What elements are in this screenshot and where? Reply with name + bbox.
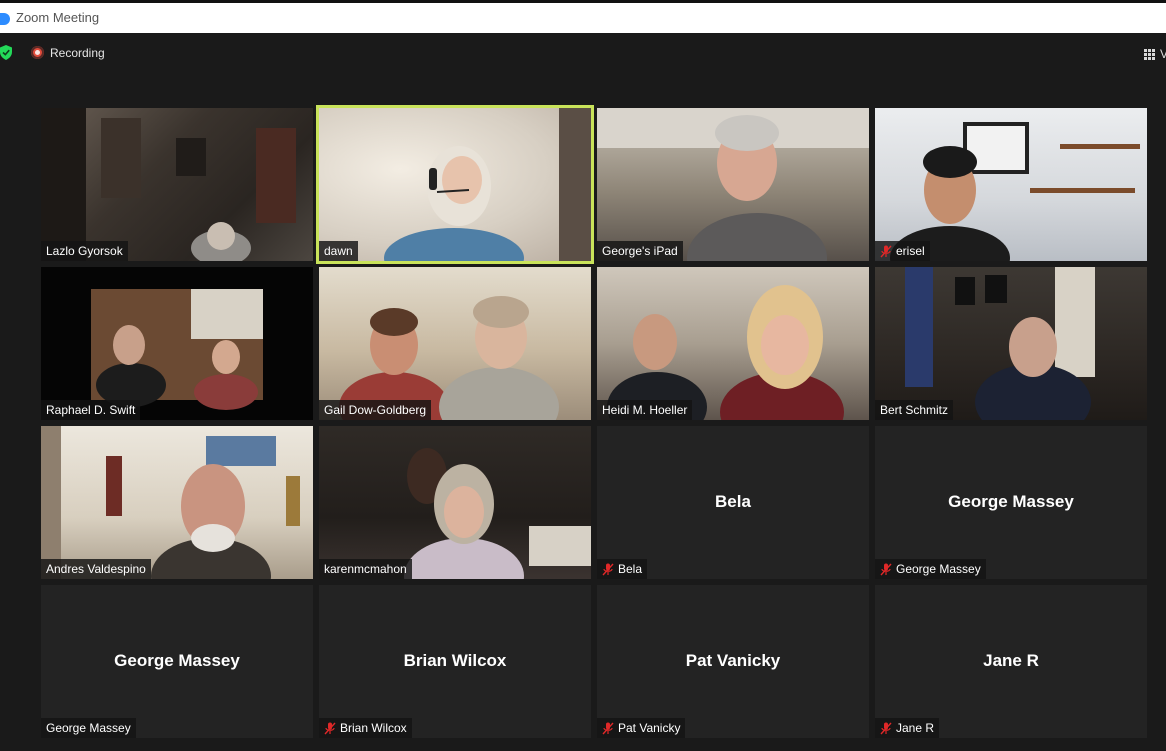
- participant-video: [319, 108, 591, 261]
- participant-name: Pat Vanicky: [618, 721, 681, 735]
- participant-name: erisel: [896, 244, 925, 258]
- participant-display-name: Brian Wilcox: [403, 651, 507, 670]
- view-button[interactable]: V: [1144, 45, 1166, 63]
- participant-name-tag: George Massey: [41, 718, 136, 738]
- participant-video: [41, 108, 313, 261]
- participant-name-tag: Pat Vanicky: [597, 718, 686, 738]
- participant-video: [319, 267, 591, 420]
- avatar-tile[interactable]: Jane R Jane R: [875, 585, 1147, 738]
- participant-display-name: Bela: [715, 492, 751, 511]
- window-title: Zoom Meeting: [16, 10, 100, 25]
- participant-name-tag: Jane R: [875, 718, 940, 738]
- muted-microphone-icon: [880, 245, 892, 257]
- participant-name-tag: Brian Wilcox: [319, 718, 412, 738]
- participant-name: Lazlo Gyorsok: [46, 244, 123, 258]
- participant-name-tag: George's iPad: [597, 241, 683, 261]
- participant-name-tag: dawn: [319, 241, 358, 261]
- participant-name: Bela: [618, 562, 643, 576]
- video-tile[interactable]: Heidi M. Hoeller: [597, 267, 869, 420]
- muted-microphone-icon: [880, 563, 892, 575]
- video-tile[interactable]: Lazlo Gyorsok: [41, 108, 313, 261]
- participant-name: Jane R: [896, 721, 935, 735]
- video-tile-active-speaker[interactable]: dawn: [316, 105, 594, 264]
- participant-name: dawn: [324, 244, 353, 258]
- participant-name-tag: Gail Dow-Goldberg: [319, 400, 432, 420]
- participant-name: Raphael D. Swift: [46, 403, 136, 417]
- participant-name: karenmcmahon: [324, 562, 407, 576]
- participant-name: George Massey: [46, 721, 131, 735]
- participant-video: [41, 426, 313, 579]
- video-tile[interactable]: Raphael D. Swift: [41, 267, 313, 420]
- avatar-tile[interactable]: Brian Wilcox Brian Wilcox: [319, 585, 591, 738]
- video-tile[interactable]: Bert Schmitz: [875, 267, 1147, 420]
- video-tile[interactable]: Andres Valdespino: [41, 426, 313, 579]
- participant-name: Andres Valdespino: [46, 562, 146, 576]
- participant-name: George Massey: [896, 562, 981, 576]
- participant-name-tag: Bela: [597, 559, 648, 579]
- participant-name: Heidi M. Hoeller: [602, 403, 688, 417]
- participant-name-tag: Raphael D. Swift: [41, 400, 141, 420]
- avatar-tile[interactable]: Pat Vanicky Pat Vanicky: [597, 585, 869, 738]
- participant-name-tag: Heidi M. Hoeller: [597, 400, 693, 420]
- participant-name-tag: karenmcmahon: [319, 559, 412, 579]
- participant-name: Bert Schmitz: [880, 403, 949, 417]
- recording-label[interactable]: Recording: [50, 46, 105, 60]
- participant-display-name: George Massey: [114, 651, 240, 670]
- participant-video: [41, 267, 313, 420]
- zoom-app-icon: [0, 13, 10, 25]
- video-tile[interactable]: Gail Dow-Goldberg: [319, 267, 591, 420]
- video-tile[interactable]: erisel: [875, 108, 1147, 261]
- participant-display-name: Jane R: [983, 651, 1039, 670]
- video-tile[interactable]: George's iPad: [597, 108, 869, 261]
- participant-name: Gail Dow-Goldberg: [324, 403, 427, 417]
- shield-check-icon[interactable]: [0, 45, 12, 60]
- participant-video: [597, 108, 869, 261]
- muted-microphone-icon: [880, 722, 892, 734]
- participant-video: [875, 267, 1147, 420]
- muted-microphone-icon: [602, 563, 614, 575]
- participant-video: [319, 426, 591, 579]
- participant-display-name: George Massey: [948, 492, 1074, 511]
- avatar-tile[interactable]: George Massey George Massey: [875, 426, 1147, 579]
- video-tile[interactable]: karenmcmahon: [319, 426, 591, 579]
- recording-icon[interactable]: [31, 46, 44, 59]
- muted-microphone-icon: [602, 722, 614, 734]
- grid-view-icon: [1144, 48, 1155, 60]
- participant-video: [597, 267, 869, 420]
- participant-name-tag: George Massey: [875, 559, 986, 579]
- muted-microphone-icon: [324, 722, 336, 734]
- meeting-topbar: Recording V: [0, 33, 1166, 73]
- avatar-tile[interactable]: George Massey George Massey: [41, 585, 313, 738]
- participant-display-name: Pat Vanicky: [685, 651, 781, 670]
- participant-video: [875, 108, 1147, 261]
- participant-name: George's iPad: [602, 244, 678, 258]
- participant-name-tag: Lazlo Gyorsok: [41, 241, 128, 261]
- view-button-label: V: [1160, 47, 1166, 61]
- avatar-tile[interactable]: Bela Bela: [597, 426, 869, 579]
- participant-name-tag: Bert Schmitz: [875, 400, 954, 420]
- participant-name: Brian Wilcox: [340, 721, 407, 735]
- participant-name-tag: erisel: [875, 241, 930, 261]
- window-titlebar: Zoom Meeting: [0, 0, 1166, 33]
- participant-name-tag: Andres Valdespino: [41, 559, 151, 579]
